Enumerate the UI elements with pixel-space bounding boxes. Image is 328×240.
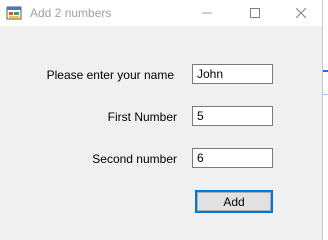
name-label: Please enter your name — [46, 68, 174, 82]
add-button[interactable]: Add — [195, 190, 273, 213]
maximize-icon — [250, 8, 260, 18]
close-icon — [296, 8, 306, 18]
name-input[interactable]: John — [192, 64, 273, 84]
second-number-label: Second number — [92, 152, 177, 166]
background-window-accent — [323, 70, 328, 72]
background-window-line — [323, 94, 328, 95]
form-icon — [6, 5, 22, 21]
close-button[interactable] — [278, 0, 324, 26]
window-title: Add 2 numbers — [30, 6, 112, 20]
minimize-icon — [202, 8, 212, 18]
second-number-input[interactable]: 6 — [192, 148, 273, 168]
maximize-button[interactable] — [232, 0, 278, 26]
first-number-input[interactable]: 5 — [192, 106, 273, 126]
app-window: Add 2 numbers Please enter your name Joh… — [0, 0, 323, 240]
background-window-edge — [323, 0, 328, 240]
minimize-button[interactable] — [184, 0, 230, 26]
first-number-label: First Number — [107, 110, 177, 124]
title-bar[interactable]: Add 2 numbers — [0, 0, 322, 26]
